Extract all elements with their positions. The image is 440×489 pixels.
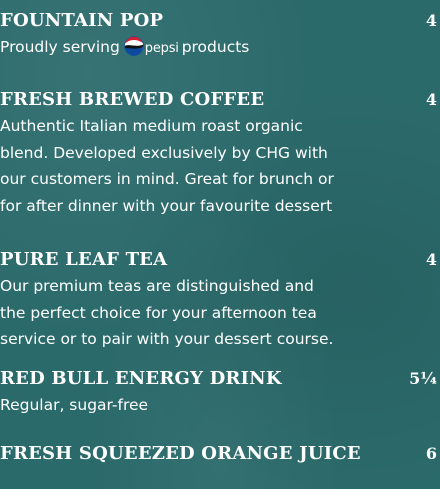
menu-item-red-bull-energy-drink: RED BULL ENERGY DRINK 5¼ Regular, sugar-…: [0, 366, 440, 419]
menu-item-price: 6: [425, 444, 437, 463]
pepsi-globe-icon: [123, 36, 144, 56]
pepsi-wordmark: pepsi: [144, 41, 179, 56]
menu-item-description-line: the perfect choice for your afternoon te…: [0, 303, 317, 322]
menu-item-description-line: our customers in mind. Great for brunch …: [0, 170, 334, 188]
menu-item-header: PURE LEAF TEA 4: [0, 247, 440, 273]
description-text: Proudly serving: [0, 38, 120, 56]
description-text: products: [181, 38, 250, 56]
menu-item-fresh-squeezed-orange-juice: FRESH SQUEEZED ORANGE JUICE 6: [0, 441, 440, 467]
menu-item-header: FRESH SQUEEZED ORANGE JUICE 6: [0, 441, 440, 467]
menu-item-header: FRESH BREWED COFFEE 4: [0, 87, 440, 113]
menu-item-header: FOUNTAIN POP 4: [0, 8, 440, 34]
menu-item-description-line: Regular, sugar-free: [0, 396, 149, 414]
menu-item-description-line: for after dinner with your favourite des…: [0, 196, 333, 215]
menu-item-price: 4: [425, 90, 437, 109]
menu-item-price: 4: [425, 11, 437, 30]
menu-item-name: FOUNTAIN POP: [0, 10, 164, 31]
menu-item-description: Proudly serving pepsi products: [0, 34, 440, 63]
menu-item-name: PURE LEAF TEA: [0, 249, 168, 270]
menu-item-description-line: service or to pair with your dessert cou…: [0, 330, 334, 348]
menu-item-description-line: Our premium teas are distinguished and: [0, 277, 314, 295]
menu-item-description-line: blend. Developed exclusively by CHG with: [0, 143, 328, 162]
menu-item-name: FRESH SQUEEZED ORANGE JUICE: [0, 443, 361, 464]
menu-item-fountain-pop: FOUNTAIN POP 4 Proudly serving pepsi prod…: [0, 8, 440, 63]
menu-item-price: 4: [425, 250, 437, 269]
menu-item-fresh-brewed-coffee: FRESH BREWED COFFEE 4 Authentic Italian …: [0, 87, 440, 219]
menu-item-header: RED BULL ENERGY DRINK 5¼: [0, 366, 440, 392]
menu-item-pure-leaf-tea: PURE LEAF TEA 4 Our premium teas are dis…: [0, 247, 440, 353]
menu-item-name: RED BULL ENERGY DRINK: [0, 368, 282, 389]
menu-item-name: FRESH BREWED COFFEE: [0, 89, 265, 110]
menu-item-description-line: Authentic Italian medium roast organic: [0, 117, 303, 135]
menu-item-price: 5¼: [409, 369, 437, 388]
